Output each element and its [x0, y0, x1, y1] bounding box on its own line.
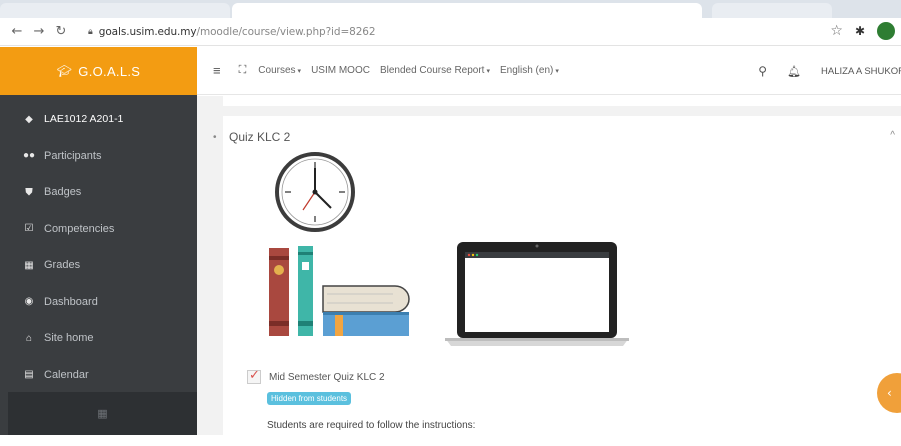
- graduation-cap-icon: ◆: [25, 113, 33, 125]
- caret-down-icon: ▾: [555, 68, 559, 75]
- search-icon[interactable]: ⚲: [758, 64, 767, 78]
- sidebar-item-label: Site home: [44, 332, 94, 345]
- checkbox-icon: ☑: [24, 223, 34, 235]
- sidebar-item-dashboard[interactable]: ◉ Dashboard: [0, 284, 197, 321]
- bell-icon[interactable]: 🔔︎: [787, 65, 801, 78]
- sidebar-item-label: Competencies: [44, 222, 115, 235]
- sidebar-item-label: Participants: [44, 149, 102, 162]
- nav-link-usim-mooc[interactable]: USIM MOOC: [311, 65, 370, 76]
- nav-link-label: Courses: [258, 65, 296, 76]
- nav-link-language[interactable]: English (en) ▾: [500, 65, 559, 76]
- user-menu[interactable]: HALIZA A SHUKOR: [821, 66, 901, 77]
- clock-icon: [275, 152, 355, 232]
- profile-avatar[interactable]: [877, 22, 895, 40]
- sidebar-item-badges[interactable]: ⛊ Badges: [0, 174, 197, 211]
- extensions-puzzle-icon[interactable]: ✱: [855, 24, 865, 38]
- top-navbar: ≡ ⛶ Courses ▾ USIM MOOC Blended Course Re…: [197, 47, 901, 95]
- lock-icon[interactable]: 🔒︎: [88, 27, 93, 37]
- main-content: • Quiz KLC 2 ^ ✓ Mid Semester Quiz KLC 2…: [197, 96, 901, 446]
- hamburger-menu-icon[interactable]: ≡: [213, 63, 221, 78]
- laptop-icon: [445, 242, 629, 346]
- home-icon: ⌂: [25, 332, 33, 344]
- sidebar-item-competencies[interactable]: ☑ Competencies: [0, 211, 197, 248]
- sidebar-item-site-home[interactable]: ⌂ Site home: [0, 320, 197, 357]
- sidebar-item-label: Badges: [44, 186, 82, 199]
- url-host: goals.usim.edu.my: [98, 25, 197, 38]
- nav-link-label: Blended Course Report: [379, 65, 485, 76]
- quiz-activity-link[interactable]: Mid Semester Quiz KLC 2: [247, 367, 385, 384]
- add-block-button[interactable]: ▦: [8, 392, 197, 435]
- nav-link-courses[interactable]: Courses ▾: [258, 65, 301, 76]
- sidebar-item-calendar[interactable]: ▤ Calendar: [0, 357, 197, 394]
- browser-tab-active[interactable]: [232, 3, 702, 18]
- address-bar: ← → ↻ 🔒︎ goals.usim.edu.my/moodle/course…: [0, 18, 901, 46]
- browser-tab-strip: [0, 0, 901, 18]
- users-icon: ●●: [22, 150, 36, 162]
- back-icon[interactable]: ←: [6, 24, 28, 39]
- add-block-icon: ▦: [97, 407, 108, 420]
- sidebar-item-course[interactable]: ◆ LAE1012 A201-1: [0, 101, 197, 138]
- url-field[interactable]: goals.usim.edu.my/moodle/course/view.php…: [99, 26, 376, 38]
- nav-link-label: USIM MOOC: [311, 65, 370, 76]
- bookmark-star-icon[interactable]: ☆: [830, 23, 843, 39]
- sidebar-item-label: LAE1012 A201-1: [44, 113, 124, 126]
- reload-icon[interactable]: ↻: [50, 24, 72, 39]
- nav-link-label: English (en): [499, 65, 554, 76]
- graduation-cap-icon: 🎓︎: [56, 64, 73, 78]
- dashboard-icon: ◉: [24, 296, 34, 308]
- sidebar-item-label: Grades: [44, 259, 81, 272]
- calendar-icon: ▤: [24, 369, 34, 381]
- forward-icon[interactable]: →: [28, 24, 50, 39]
- section-description: Students are required to follow the inst…: [267, 420, 476, 431]
- nav-link-blended-course-report[interactable]: Blended Course Report ▾: [380, 65, 490, 76]
- books-icon: [269, 246, 410, 336]
- caret-down-icon: ▾: [486, 68, 490, 75]
- sidebar: 🎓︎ G.O.A.L.S ◆ LAE1012 A201-1 ●● Partici…: [0, 47, 197, 435]
- quiz-checkmark-icon: [247, 367, 261, 384]
- caret-down-icon: ▾: [297, 68, 302, 75]
- browser-tab[interactable]: [0, 3, 230, 18]
- previous-section-card: [223, 96, 901, 106]
- chevron-icon: ‹: [887, 386, 892, 400]
- brand-logo[interactable]: 🎓︎ G.O.A.L.S: [0, 47, 197, 95]
- activity-name: Mid Semester Quiz KLC 2: [269, 371, 385, 383]
- shield-icon: ⛊: [25, 186, 33, 198]
- sidebar-item-grades[interactable]: ▦ Grades: [0, 247, 197, 284]
- fullscreen-icon[interactable]: ⛶: [239, 64, 247, 77]
- browser-tab[interactable]: [712, 3, 832, 18]
- sidebar-item-label: Calendar: [44, 368, 89, 381]
- table-icon: ▦: [24, 259, 34, 271]
- brand-label: G.O.A.L.S: [78, 63, 141, 79]
- section-card: • Quiz KLC 2 ^ ✓ Mid Semester Quiz KLC 2…: [213, 116, 901, 446]
- status-badge: Hidden from students: [267, 392, 352, 405]
- sidebar-item-label: Dashboard: [44, 295, 98, 308]
- sidebar-item-participants[interactable]: ●● Participants: [0, 138, 197, 175]
- quiz-illustration: [269, 152, 629, 346]
- url-path: /moodle/course/view.php?id=8262: [196, 25, 376, 38]
- section-bullet: •: [213, 131, 217, 143]
